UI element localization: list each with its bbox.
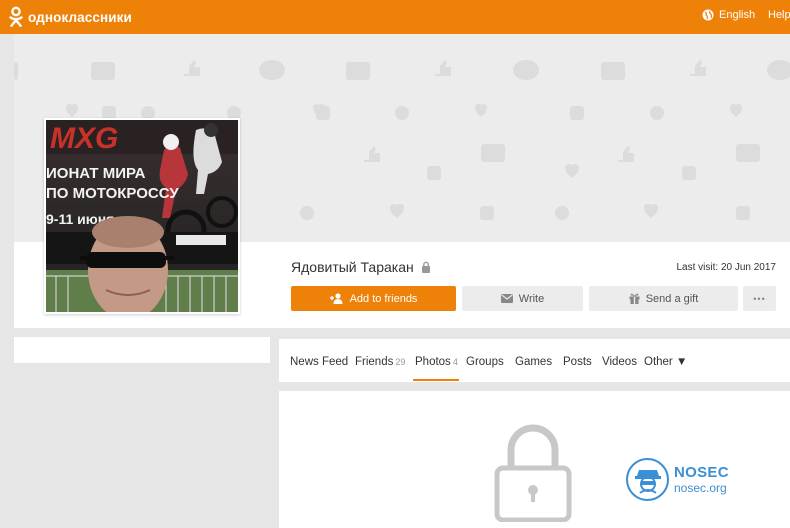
- tab-label: Groups: [466, 356, 504, 368]
- tab-label: Posts: [563, 356, 592, 368]
- envelope-icon: [500, 294, 513, 303]
- tab-label: Videos: [602, 356, 637, 368]
- nosec-logo-icon: [626, 458, 669, 501]
- write-label: Write: [518, 292, 545, 305]
- profile-name-row: Ядовитый Таракан: [291, 259, 431, 275]
- svg-text:MXG: MXG: [50, 122, 118, 155]
- tab-count: 4: [452, 357, 458, 367]
- tab-label: Photos: [415, 356, 451, 368]
- more-options-button[interactable]: •••: [743, 286, 776, 311]
- tab-games[interactable]: Games: [515, 356, 552, 368]
- tab-other[interactable]: Other ▼: [644, 356, 687, 368]
- globe-icon: [702, 9, 714, 21]
- add-to-friends-button[interactable]: Add to friends: [291, 286, 456, 311]
- send-gift-button[interactable]: Send a gift: [589, 286, 738, 311]
- watermark-title: NOSEC: [674, 464, 729, 481]
- lock-icon: [421, 261, 430, 273]
- profile-avatar[interactable]: MXG ИОНАТ МИРА ПО МОТОКРОССУ 9-11 июня: [44, 118, 240, 314]
- logo[interactable]: одноклассники: [8, 5, 132, 29]
- top-bar: одноклассники English Help: [0, 0, 790, 34]
- add-user-icon: [329, 293, 343, 304]
- tab-videos[interactable]: Videos: [602, 356, 637, 368]
- logo-text: одноклассники: [28, 9, 132, 25]
- tab-label: Friends: [355, 356, 394, 368]
- add-to-friends-label: Add to friends: [349, 292, 418, 305]
- poster-line2: ПО МОТОКРОССУ: [46, 185, 179, 202]
- watermark-subtitle: nosec.org: [674, 481, 727, 495]
- profile-name: Ядовитый Таракан: [291, 259, 414, 275]
- avatar-photo: MXG ИОНАТ МИРА ПО МОТОКРОССУ 9-11 июня: [46, 120, 238, 312]
- write-button[interactable]: Write: [462, 286, 583, 311]
- tab-count: 29: [395, 357, 406, 367]
- help-link[interactable]: Help: [768, 9, 790, 21]
- active-tab-indicator: [413, 379, 459, 381]
- private-lock-icon: [494, 424, 572, 522]
- tab-photos[interactable]: Photos 4: [415, 356, 458, 368]
- nosec-watermark: NOSEC nosec.org: [626, 458, 729, 501]
- tab-friends[interactable]: Friends 29: [355, 356, 405, 368]
- language-label: English: [719, 9, 756, 21]
- tab-news-feed[interactable]: News Feed: [290, 356, 348, 368]
- tab-label: Other ▼: [644, 356, 688, 368]
- poster-line1: ИОНАТ МИРА: [46, 165, 146, 182]
- gift-icon: [629, 293, 640, 304]
- ok-logo-icon: [9, 6, 23, 27]
- left-sidebar-card: [14, 337, 270, 363]
- more-options-icon: •••: [753, 293, 766, 304]
- tab-groups[interactable]: Groups: [466, 356, 504, 368]
- tab-label: Games: [515, 356, 553, 368]
- language-selector[interactable]: English: [702, 9, 755, 21]
- tab-label: News Feed: [290, 356, 349, 368]
- last-visit: Last visit: 20 Jun 2017: [676, 262, 776, 273]
- tab-posts[interactable]: Posts: [563, 356, 592, 368]
- send-gift-label: Send a gift: [645, 292, 699, 305]
